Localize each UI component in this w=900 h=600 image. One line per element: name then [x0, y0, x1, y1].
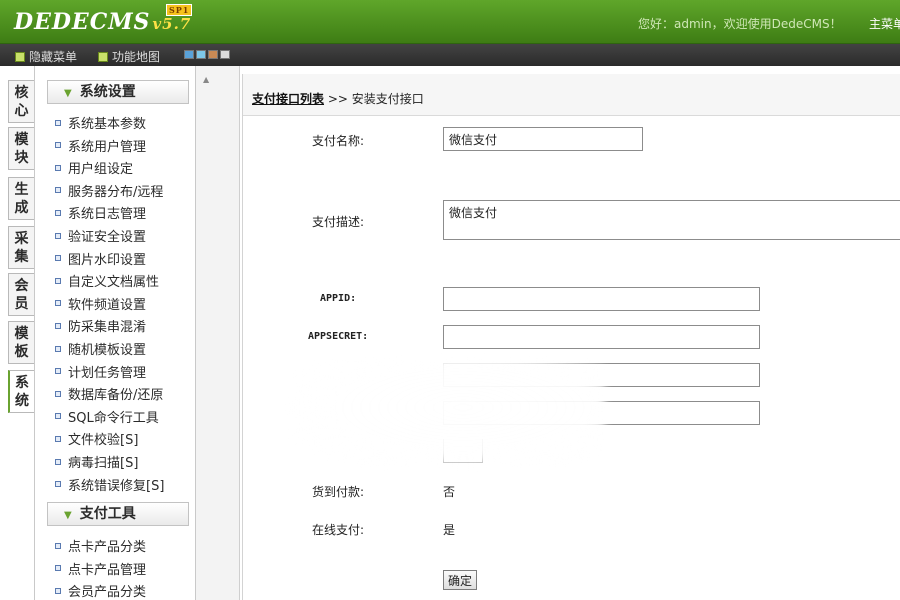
vtab-5[interactable]: 模板	[8, 321, 34, 364]
bullet-icon	[55, 458, 61, 465]
sidebar: ▼ 系统设置 系统基本参数 系统用户管理 用户组设定服务器分布/远程 系统日志管理 验证安…	[34, 66, 196, 600]
bullet-icon	[55, 164, 61, 171]
bullet-icon	[55, 119, 61, 126]
sidebar-item[interactable]: 点卡产品管理	[55, 559, 146, 578]
bullet-icon	[55, 481, 61, 488]
dedecms-logo: DEDECMS v5.7 SP1	[14, 4, 193, 35]
edition-badge: SP1	[166, 4, 193, 16]
function-map-button[interactable]: 功能地图	[98, 48, 160, 65]
sidebar-item[interactable]: 系统日志管理	[55, 203, 146, 222]
cod-value: 否	[443, 485, 456, 499]
skin-swatch-1[interactable]	[196, 50, 206, 59]
submit-button[interactable]: 确定	[443, 570, 478, 590]
skin-swatch-0[interactable]	[184, 50, 194, 59]
scroll-up-icon[interactable]: ▲	[203, 75, 209, 84]
appid-input[interactable]	[443, 287, 760, 311]
payment-desc-label: 支付描述:	[312, 215, 365, 229]
breadcrumb: 支付接口列表 >> 安装支付接口	[243, 74, 900, 116]
bullet-icon	[55, 277, 61, 284]
sidebar-item[interactable]: 用户组设定	[55, 158, 133, 177]
bullet-icon	[55, 209, 61, 216]
vtab-4[interactable]: 会员	[8, 273, 34, 316]
version-label: v5.7	[152, 15, 192, 33]
bullet-icon	[55, 300, 61, 307]
bullet-icon	[55, 390, 61, 397]
bullet-icon	[55, 232, 61, 239]
sidebar-item[interactable]: 图片水印设置	[55, 249, 146, 268]
sidebar-item[interactable]: 文件校验[S]	[55, 429, 138, 448]
online-pay-value: 是	[443, 523, 456, 537]
sidebar-item[interactable]: 数据库备份/还原	[55, 384, 163, 403]
appid-label: APPID:	[320, 293, 357, 304]
sidebar-item[interactable]: 防采集串混淆	[55, 316, 146, 335]
top-header: DEDECMS v5.7 SP1 您好：admin，欢迎使用DedeCMS！ 主菜…	[0, 0, 900, 44]
appsecret-label: APPSECRET:	[308, 331, 369, 342]
toolbar: 隐藏菜单 功能地图	[0, 44, 900, 66]
bullet-icon	[55, 587, 61, 594]
payment-list-link[interactable]: 支付接口列表	[252, 92, 324, 106]
sidebar-item[interactable]: 病毒扫描[S]	[55, 452, 138, 471]
sidebar-item[interactable]: 随机模板设置	[55, 339, 146, 358]
redacted-area	[290, 358, 605, 468]
sidebar-item[interactable]: 系统错误修复[S]	[55, 475, 164, 494]
vtab-3[interactable]: 采集	[8, 226, 34, 269]
bullet-icon	[55, 542, 61, 549]
sidebar-item[interactable]: 会员产品分类	[55, 581, 146, 600]
sidebar-item[interactable]: 点卡产品分类	[55, 536, 146, 555]
sidebar-item[interactable]: 计划任务管理	[55, 362, 146, 381]
vtab-0[interactable]: 核心	[8, 80, 34, 123]
bullet-icon	[55, 435, 61, 442]
vtab-6[interactable]: 系统	[8, 370, 34, 413]
hide-menu-icon	[15, 51, 25, 62]
vtab-2[interactable]: 生成	[8, 177, 34, 220]
bullet-icon	[55, 322, 61, 329]
skin-swatch-2[interactable]	[208, 50, 218, 59]
main-menu-link[interactable]: 主菜单	[869, 15, 900, 32]
bullet-icon	[55, 565, 61, 572]
grid-icon	[98, 51, 108, 62]
collapse-arrow-icon: ▼	[64, 510, 72, 521]
section-system-settings[interactable]: ▼ 系统设置	[47, 80, 189, 104]
sidebar-splitter[interactable]	[196, 66, 240, 600]
bullet-icon	[55, 187, 61, 194]
logo-text: DEDECMS	[14, 9, 151, 35]
payment-name-label: 支付名称:	[312, 134, 365, 148]
bullet-icon	[55, 345, 61, 352]
skin-swatch-3[interactable]	[220, 50, 230, 59]
skin-swatches	[184, 50, 230, 59]
online-pay-label: 在线支付:	[312, 523, 365, 537]
current-page-label: 安装支付接口	[351, 92, 424, 106]
sidebar-item[interactable]: 自定义文档属性	[55, 271, 159, 290]
sidebar-item[interactable]: 系统用户管理	[55, 136, 146, 155]
bullet-icon	[55, 413, 61, 420]
cod-label: 货到付款:	[312, 485, 365, 499]
bullet-icon	[55, 142, 61, 149]
bullet-icon	[55, 368, 61, 375]
sidebar-item[interactable]: 系统基本参数	[55, 113, 146, 132]
collapse-arrow-icon: ▼	[64, 88, 72, 99]
section-payment-tools[interactable]: ▼ 支付工具	[47, 502, 189, 526]
bullet-icon	[55, 255, 61, 262]
payment-desc-textarea[interactable]: 微信支付	[443, 200, 900, 240]
sidebar-item[interactable]: 软件频道设置	[55, 294, 146, 313]
sidebar-item[interactable]: 服务器分布/远程	[55, 181, 163, 200]
payment-name-input[interactable]: 微信支付	[443, 127, 643, 151]
appsecret-input[interactable]	[443, 325, 760, 349]
hide-menu-button[interactable]: 隐藏菜单	[15, 48, 77, 65]
welcome-text: 您好：admin，欢迎使用DedeCMS！	[638, 17, 842, 31]
sidebar-item[interactable]: SQL命令行工具	[55, 407, 159, 426]
vtab-1[interactable]: 模块	[8, 127, 34, 170]
sidebar-item[interactable]: 验证安全设置	[55, 226, 146, 245]
